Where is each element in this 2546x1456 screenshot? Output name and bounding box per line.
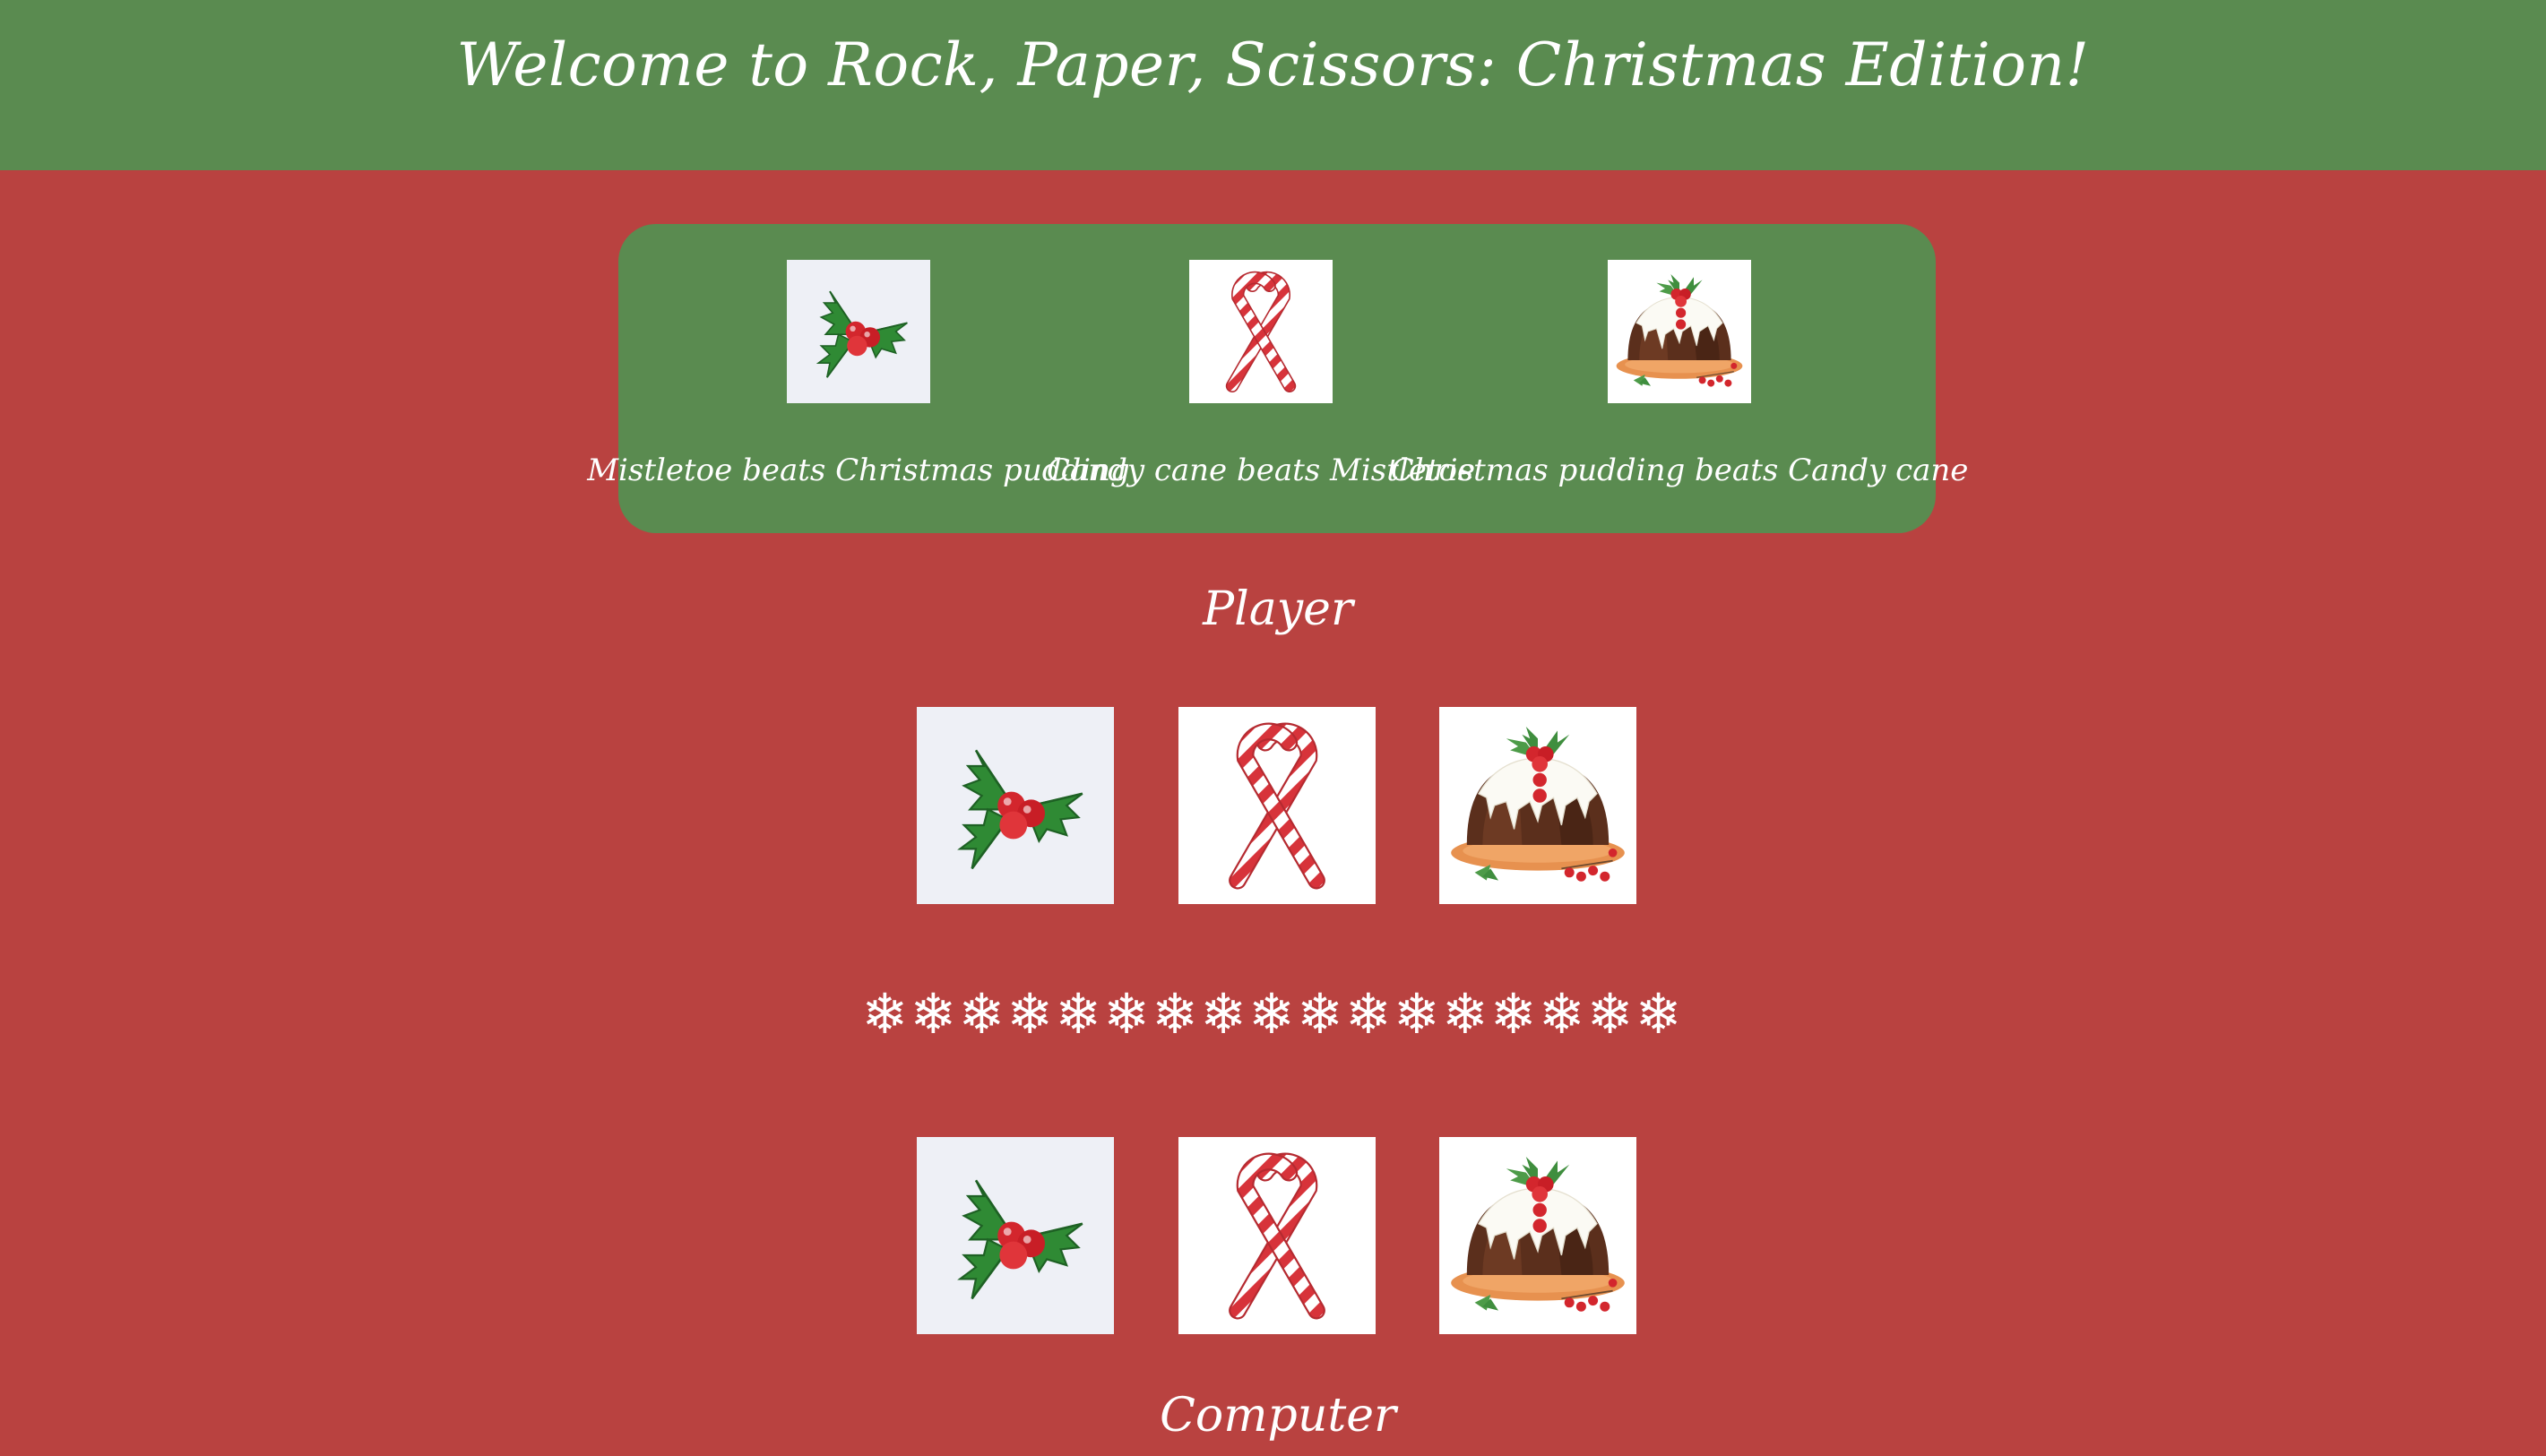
christmas-pudding-icon	[1439, 1137, 1636, 1334]
snowflake-divider: ❄❄❄❄❄❄❄❄❄❄❄❄❄❄❄❄❄	[861, 981, 1684, 1047]
page-title: Welcome to Rock, Paper, Scissors: Christ…	[456, 30, 2090, 99]
computer-choice-mistletoe	[917, 1137, 1114, 1334]
mistletoe-icon	[917, 1137, 1114, 1334]
rule-caption: Christmas pudding beats Candy cane	[1390, 452, 1969, 488]
christmas-pudding-icon	[1439, 707, 1636, 904]
player-choice-mistletoe[interactable]	[917, 707, 1114, 904]
rules-panel: Mistletoe beats Christmas pudding Candy …	[587, 224, 1968, 533]
computer-choice-candy-cane	[1178, 1137, 1376, 1334]
player-choice-candy-cane[interactable]	[1178, 707, 1376, 904]
candy-cane-icon	[1178, 1137, 1376, 1334]
player-choice-christmas-pudding[interactable]	[1439, 707, 1636, 904]
player-label: Player	[1203, 582, 1353, 636]
candy-cane-icon	[1189, 260, 1333, 403]
computer-choice-christmas-pudding	[1439, 1137, 1636, 1334]
computer-label: Computer	[1160, 1389, 1396, 1443]
page-header: Welcome to Rock, Paper, Scissors: Christ…	[0, 0, 2546, 170]
mistletoe-icon	[917, 707, 1114, 904]
candy-cane-icon	[1178, 707, 1376, 904]
mistletoe-icon	[787, 260, 930, 403]
christmas-pudding-icon	[1608, 260, 1751, 403]
